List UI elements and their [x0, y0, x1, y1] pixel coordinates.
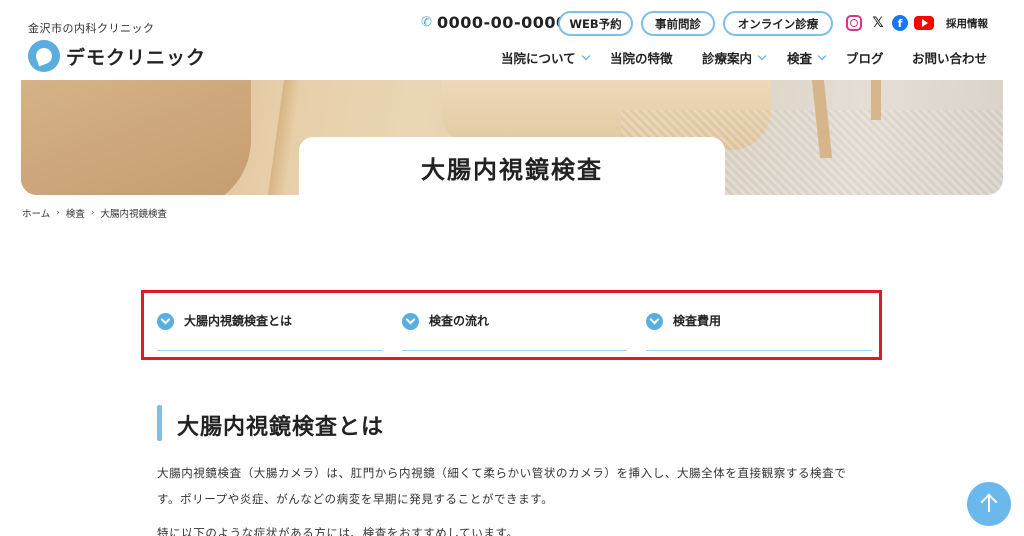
facebook-icon[interactable]: f: [892, 15, 908, 31]
phone-number: 0000-00-0000: [437, 13, 568, 32]
phone-icon: ✆: [421, 14, 432, 30]
nav-item-about[interactable]: 当院について: [501, 48, 590, 67]
nav-label: 検査: [787, 51, 813, 66]
breadcrumb: ホーム › 検査 › 大腸内視鏡検査: [22, 206, 167, 220]
chevron-right-icon: ›: [56, 208, 60, 218]
section-title: 大腸内視鏡検査とは: [177, 415, 385, 440]
logo-text: デモクリニック: [66, 46, 207, 69]
chevron-down-icon: [581, 51, 590, 60]
breadcrumb-home[interactable]: ホーム: [22, 206, 50, 220]
youtube-icon[interactable]: [914, 16, 934, 30]
hero-chair-leg: [267, 80, 301, 195]
chevron-down-icon: [757, 51, 767, 60]
x-icon[interactable]: 𝕏: [870, 15, 886, 31]
clinic-tagline: 金沢市の内科クリニック: [28, 22, 155, 35]
site-header: 金沢市の内科クリニック デモクリニック ✆ 0000-00-0000 WEB予約…: [0, 0, 1024, 80]
back-to-top-button[interactable]: [967, 482, 1011, 526]
chevron-down-icon: [817, 51, 827, 60]
recruit-link[interactable]: 採用情報: [946, 16, 988, 31]
chevron-down-circle-icon: [646, 313, 663, 330]
arrow-up-icon: [988, 496, 990, 512]
nav-label: 当院について: [501, 51, 576, 66]
chevron-right-icon: ›: [90, 208, 95, 218]
nav-label: 当院の特徴: [610, 51, 673, 66]
section-paragraph: 大腸内視鏡検査（大腸カメラ）は、肛門から内視鏡（細くて柔らかい管状のカメラ）を挿…: [157, 460, 877, 512]
instagram-icon[interactable]: [846, 15, 862, 31]
toc-item-about[interactable]: 大腸内視鏡検査とは: [157, 313, 383, 351]
nav-label: ブログ: [846, 51, 884, 66]
nav-item-medical[interactable]: 診療案内: [702, 48, 767, 67]
phone-link[interactable]: ✆ 0000-00-0000: [421, 13, 568, 32]
toc-label: 検査費用: [673, 314, 722, 328]
nav-label: 診療案内: [702, 51, 753, 66]
toc-label: 大腸内視鏡検査とは: [184, 314, 293, 328]
breadcrumb-current: 大腸内視鏡検査: [100, 209, 167, 220]
nav-item-exams[interactable]: 検査: [787, 48, 827, 67]
chevron-down-circle-icon: [157, 313, 174, 330]
nav-item-blog[interactable]: ブログ: [846, 48, 884, 67]
online-consult-button[interactable]: オンライン診療: [723, 11, 833, 36]
clinic-logo-icon: [28, 40, 60, 72]
hero-chair: [21, 80, 251, 195]
nav-item-features[interactable]: 当院の特徴: [610, 48, 673, 67]
site-logo[interactable]: デモクリニック: [28, 40, 206, 72]
toc-item-cost[interactable]: 検査費用: [646, 313, 872, 351]
breadcrumb-exams[interactable]: 検査: [66, 206, 85, 220]
paragraph-line: す。ポリープや炎症、がんなどの病変を早期に発見することができます。: [157, 492, 554, 506]
nav-item-contact[interactable]: お問い合わせ: [912, 48, 987, 67]
toc-item-flow[interactable]: 検査の流れ: [402, 313, 627, 351]
hero-chair-leg: [871, 80, 881, 120]
paragraph-line: 大腸内視鏡検査（大腸カメラ）は、肛門から内視鏡（細くて柔らかい管状のカメラ）を挿…: [157, 466, 847, 480]
section-paragraph: 特に以下のような症状がある方には、検査をおすすめしています。: [157, 526, 519, 536]
toc-label: 検査の流れ: [429, 314, 490, 328]
page-title: 大腸内視鏡検査: [421, 155, 603, 184]
page-title-box: 大腸内視鏡検査: [299, 137, 725, 197]
chevron-down-circle-icon: [402, 313, 419, 330]
web-reservation-button[interactable]: WEB予約: [558, 11, 633, 36]
section-title-accent: [157, 405, 162, 441]
nav-label: お問い合わせ: [912, 51, 988, 66]
pre-questionnaire-button[interactable]: 事前問診: [641, 11, 715, 36]
table-of-contents: 大腸内視鏡検査とは 検査の流れ 検査費用: [141, 290, 882, 360]
